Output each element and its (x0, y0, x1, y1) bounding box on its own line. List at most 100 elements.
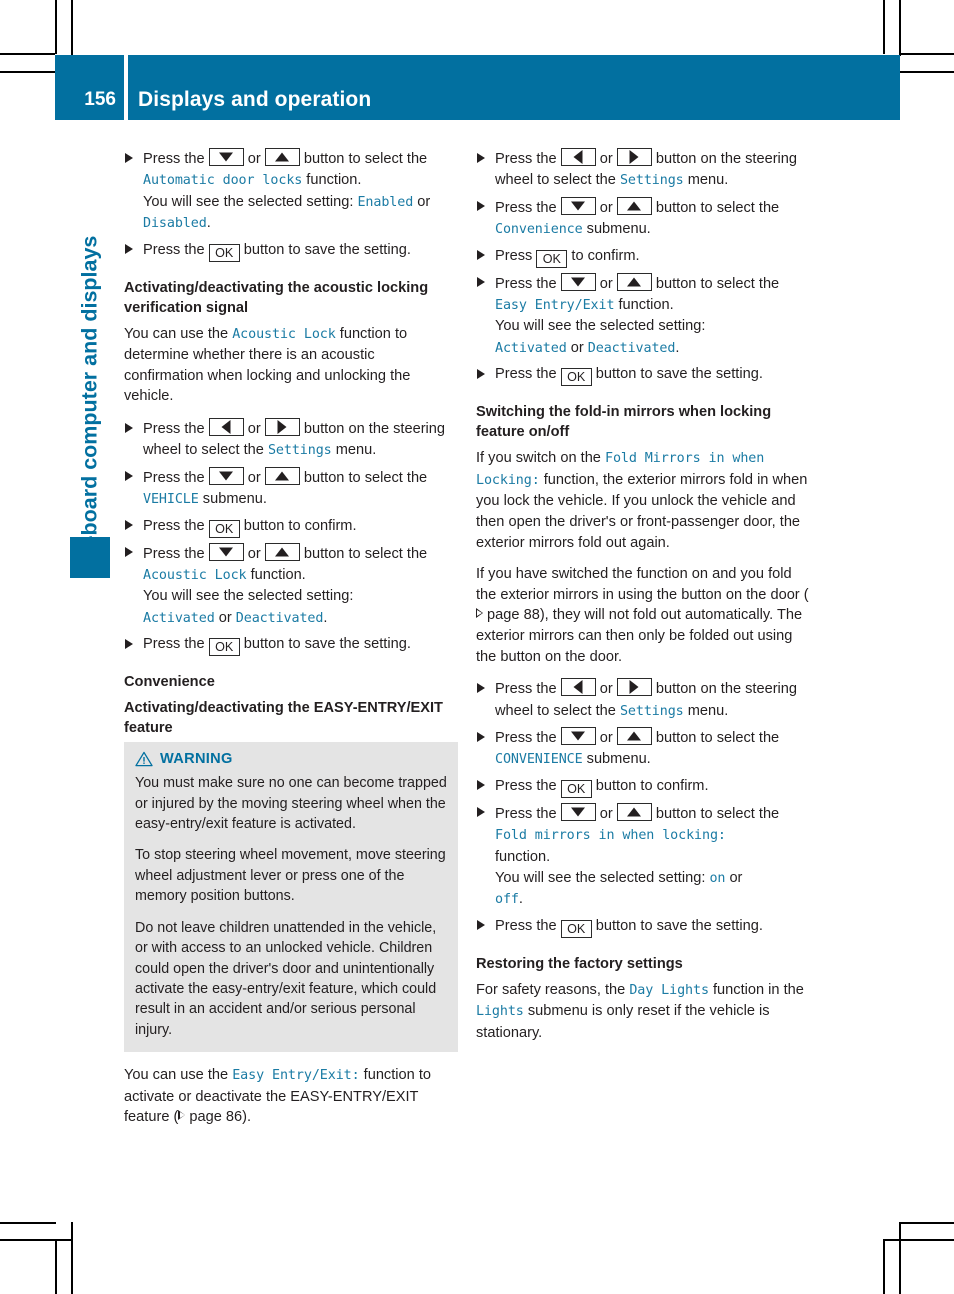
step-text: or (595, 275, 617, 292)
ok-key[interactable]: OK (208, 519, 240, 538)
step-text: button to confirm. (591, 777, 709, 794)
submenu-name: CONVENIENCE (495, 752, 583, 768)
chapter-tab: On-board computer and displays (70, 140, 110, 580)
down-arrow-key[interactable] (560, 727, 596, 745)
step-text: button to select the (651, 275, 780, 292)
right-column: Press the or button on the steering whee… (476, 148, 810, 1055)
step-select-settings-menu: Press the or button on the steering whee… (476, 678, 810, 722)
step-text: or (243, 469, 265, 486)
page-reference[interactable]: page 88 (483, 607, 540, 623)
up-arrow-key[interactable] (616, 802, 652, 821)
page-reference[interactable]: page 86 (185, 1109, 242, 1125)
left-arrow-key[interactable] (560, 148, 596, 166)
setting-value: Deactivated (235, 610, 324, 626)
submenu-name: Convenience (495, 222, 583, 238)
paragraph-fold-mirrors-2: If you have switched the function on and… (476, 564, 810, 667)
function-name: Acoustic Lock (232, 326, 336, 342)
ok-key[interactable]: OK (560, 919, 592, 938)
step-text: button to save the setting. (239, 241, 411, 258)
step-select-convenience-submenu: Press the or button to select the Conven… (476, 196, 810, 241)
step-text: You will see the selected setting: (495, 870, 710, 887)
left-arrow-key[interactable] (560, 678, 596, 697)
step-bullet-icon (477, 780, 485, 791)
setting-value: Disabled (143, 216, 207, 232)
step-text: function. (495, 848, 551, 865)
step-text: Press the (495, 199, 561, 216)
step-select-vehicle-submenu: Press the or button to select the VEHICL… (124, 466, 458, 511)
crop-mark-br-h2 (883, 1239, 954, 1241)
step-text: menu. (331, 442, 377, 459)
step-bullet-icon (477, 152, 485, 163)
step-text: function. (302, 172, 362, 189)
up-arrow-key[interactable] (264, 542, 300, 561)
step-text: submenu. (582, 221, 651, 238)
up-arrow-key[interactable] (616, 727, 652, 745)
ok-key[interactable]: OK (208, 638, 240, 657)
down-arrow-key[interactable] (208, 542, 244, 561)
right-arrow-key[interactable] (264, 418, 300, 436)
down-arrow-key[interactable] (560, 272, 596, 291)
crop-mark-tl-h2 (0, 71, 56, 73)
setting-value: off (495, 892, 519, 908)
down-arrow-key[interactable] (560, 196, 596, 215)
step-text: button to select the (651, 730, 780, 746)
step-text: Press the (495, 730, 561, 746)
right-arrow-key[interactable] (616, 148, 652, 166)
body-text: function in the (708, 981, 804, 998)
paragraph-fold-mirrors-1: If you switch on the Fold Mirrors in whe… (476, 448, 810, 553)
heading-convenience: Convenience (124, 674, 215, 691)
step-bullet-icon (125, 152, 133, 163)
step-bullet-icon (125, 547, 133, 558)
menu-name: Settings (619, 173, 684, 189)
step-text: Press (495, 247, 537, 264)
step-bullet-icon (477, 368, 485, 379)
step-bullet-icon (477, 807, 485, 818)
left-arrow-key[interactable] (208, 418, 244, 436)
ok-key[interactable]: OK (560, 779, 592, 798)
step-text: button to save the setting. (591, 366, 763, 383)
step-text: Press the (495, 151, 561, 167)
warning-header: WARNING (135, 751, 447, 767)
step-text: menu. (683, 172, 729, 189)
heading-acoustic-lock: Activating/deactivating the acoustic loc… (124, 279, 429, 316)
ok-key[interactable]: OK (560, 368, 592, 387)
up-arrow-key[interactable] (264, 466, 300, 485)
warning-triangle-icon (135, 751, 153, 767)
function-name: Easy Entry/Exit (495, 298, 615, 314)
up-arrow-key[interactable] (616, 196, 652, 215)
warning-paragraph: Do not leave children unattended in the … (135, 919, 437, 1038)
down-arrow-key[interactable] (560, 802, 596, 821)
step-press-ok-confirm: Press OK to confirm. (476, 246, 810, 268)
setting-value: on (709, 871, 726, 887)
step-text: to confirm. (567, 247, 640, 264)
step-select-convenience-caps-submenu: Press the or button to select the CONVEN… (476, 727, 810, 771)
paragraph-easy-entry-exit: You can use the Easy Entry/Exit: functio… (124, 1065, 458, 1128)
page-number: 156 (84, 89, 116, 110)
step-text: button to select the (651, 805, 780, 822)
step-text: or (595, 805, 617, 822)
right-arrow-key[interactable] (616, 678, 652, 697)
setting-value: Activated (495, 340, 567, 356)
crop-mark-bl-v2 (71, 1222, 73, 1294)
body-text: If you switch on the (476, 450, 605, 467)
step-bullet-icon (125, 244, 133, 255)
page-title: Displays and operation (138, 88, 372, 111)
down-arrow-key[interactable] (208, 148, 244, 166)
step-text: or (243, 421, 265, 437)
heading-fold-in-mirrors: Switching the fold-in mirrors when locki… (476, 404, 772, 441)
up-arrow-key[interactable] (616, 272, 652, 291)
step-text: submenu. (582, 751, 651, 768)
step-text: or (595, 151, 617, 167)
ok-key[interactable]: OK (536, 249, 568, 268)
step-text: or (243, 545, 265, 562)
ok-key[interactable]: OK (208, 243, 240, 262)
step-text: You will see the selected setting: (143, 193, 358, 210)
step-bullet-icon (477, 277, 485, 288)
up-arrow-key[interactable] (264, 148, 300, 166)
menu-name: Settings (619, 703, 684, 719)
step-text: Press the (143, 421, 209, 437)
down-arrow-key[interactable] (208, 466, 244, 485)
step-select-easy-entry-exit: Press the or button to select the Easy E… (476, 272, 810, 360)
left-column: Press the or button to select the Automa… (124, 148, 458, 1139)
step-text: button to select the (299, 151, 428, 167)
